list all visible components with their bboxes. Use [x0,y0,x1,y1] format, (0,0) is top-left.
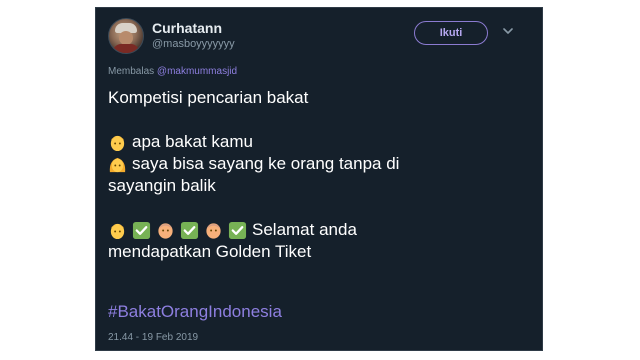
tweet-timestamp[interactable]: 21.44 - 19 Feb 2019 [108,332,198,343]
reply-prefix: Membalas [108,66,155,77]
tweet-line: saya bisa sayang ke orang tanpa di [108,153,532,175]
tweet-line: Selamat anda [108,219,532,241]
tweet-line: sayangin balik [108,175,532,197]
blond-man-emoji [108,133,127,152]
tweet-text: Kompetisi pencarian bakat apa bakat kamu… [108,87,532,263]
hashtag-link[interactable]: #BakatOrangIndonesia [108,302,282,322]
tweet-line: mendapatkan Golden Tiket [108,241,532,263]
chevron-down-icon[interactable] [500,23,516,39]
blond-woman-emoji [108,155,127,174]
tweet-line-text: Kompetisi pencarian bakat [108,88,309,107]
tweet-line-text: saya bisa sayang ke orang tanpa di [132,154,400,173]
tweet-line-text: Selamat anda [252,220,357,239]
older-man-emoji [204,221,223,240]
user-avatar[interactable] [108,18,144,54]
tweet-line-text: apa bakat kamu [132,132,253,151]
tweet-card: Curhatann @masboyyyyyyy Ikuti Membalas @… [95,7,543,351]
tweet-line: Kompetisi pencarian bakat [108,87,532,109]
check-mark-emoji [180,221,199,240]
blond-man-emoji [108,221,127,240]
tweet-line-text: sayangin balik [108,176,216,195]
tweet-line-text: mendapatkan Golden Tiket [108,242,312,261]
display-name[interactable]: Curhatann [152,20,222,36]
older-man-emoji [156,221,175,240]
check-mark-emoji [228,221,247,240]
follow-button[interactable]: Ikuti [414,21,488,45]
reply-handle-link[interactable]: @makmummasjid [157,66,237,77]
tweet-line: apa bakat kamu [108,131,532,153]
reply-context: Membalas @makmummasjid [108,66,237,77]
check-mark-emoji [132,221,151,240]
username[interactable]: @masboyyyyyyy [152,38,235,50]
